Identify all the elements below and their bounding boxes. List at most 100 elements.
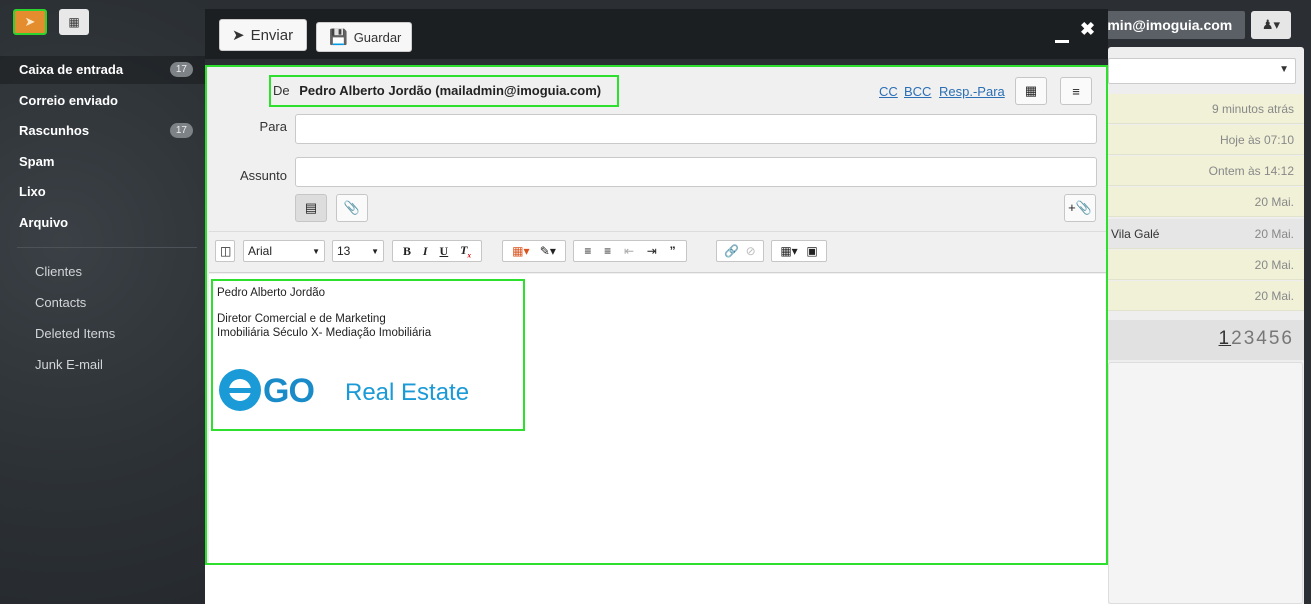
sidebar-item-spam[interactable]: Spam: [0, 148, 205, 176]
message-date: 20 Mai.: [1254, 258, 1294, 272]
user-menu-button[interactable]: ♟▾: [1251, 11, 1291, 39]
message-date: Ontem às 14:12: [1208, 164, 1294, 178]
font-size-select[interactable]: 13 ▼: [332, 240, 384, 262]
address-book-icon: ▦: [68, 15, 80, 29]
message-date: Hoje às 07:10: [1219, 133, 1294, 147]
address-book-button[interactable]: ▦: [1015, 77, 1047, 105]
sidebar-item-archive[interactable]: Arquivo: [0, 209, 205, 237]
editor-type-button[interactable]: ▤: [295, 194, 327, 222]
minimize-button[interactable]: [1055, 23, 1069, 43]
preview-pane: [1108, 362, 1303, 604]
sidebar-item-sent[interactable]: Correio enviado: [0, 87, 205, 115]
numbered-list-icon[interactable]: ≡: [584, 244, 591, 258]
underline-icon[interactable]: U: [440, 244, 449, 259]
list-filter-select[interactable]: ▼: [1108, 58, 1296, 84]
sidebar-item-trash[interactable]: Lixo: [0, 178, 205, 206]
blockquote-icon[interactable]: ”: [670, 244, 676, 258]
sidebar-divider: [17, 247, 197, 248]
link-icon[interactable]: 🔗: [724, 244, 739, 258]
document-icon: ▤: [304, 200, 318, 215]
list-group: ≡ ≡ ⇤ ⇥ ”: [573, 240, 687, 262]
message-row[interactable]: 20 Mai.: [1108, 281, 1304, 311]
sidebar-item-contacts[interactable]: Contacts: [0, 293, 205, 313]
to-label: Para: [259, 119, 287, 134]
bullet-list-icon[interactable]: ≡: [604, 244, 611, 258]
sidebar-item-label: Caixa de entrada: [19, 62, 124, 77]
paper-plane-icon: ➤: [24, 14, 36, 29]
to-input[interactable]: [295, 114, 1097, 144]
outdent-icon[interactable]: ⇤: [624, 244, 634, 258]
sidebar-item-deleted-items[interactable]: Deleted Items: [0, 324, 205, 344]
image-icon[interactable]: ▣: [806, 244, 817, 258]
page-link[interactable]: 2: [1231, 328, 1244, 349]
page-link[interactable]: 4: [1256, 328, 1269, 349]
page-link[interactable]: 5: [1269, 328, 1282, 349]
contacts-button[interactable]: ▦: [59, 9, 89, 35]
signature-title: Diretor Comercial e de Marketing: [217, 313, 386, 325]
floppy-disk-icon: 💾: [329, 29, 348, 46]
signature-name: Pedro Alberto Jordão: [217, 287, 326, 299]
source-code-button[interactable]: ◫: [215, 240, 235, 262]
sidebar-item-inbox[interactable]: Caixa de entrada 17: [0, 56, 205, 84]
close-button[interactable]: ✖: [1080, 19, 1095, 40]
bold-icon[interactable]: B: [403, 244, 411, 259]
message-row[interactable]: Hoje às 07:10: [1108, 125, 1304, 155]
folder-sidebar: ➤ ▦ Caixa de entrada 17 Correio enviado …: [0, 0, 205, 604]
message-row[interactable]: Vila Galé 20 Mai.: [1108, 219, 1304, 249]
unlink-icon[interactable]: ⊘: [746, 244, 756, 258]
user-icon: ♟▾: [1261, 17, 1281, 32]
page-link-current[interactable]: 1: [1219, 328, 1232, 349]
italic-icon[interactable]: I: [423, 244, 428, 259]
chevron-down-icon: ▼: [1279, 64, 1289, 75]
sidebar-item-label: Lixo: [19, 184, 46, 199]
link-group: 🔗 ⊘: [716, 240, 764, 262]
message-editor[interactable]: Pedro Alberto Jordão Diretor Comercial e…: [209, 274, 1106, 563]
sidebar-item-junk-email[interactable]: Junk E-mail: [0, 355, 205, 375]
compose-dialog: ➤ Enviar 💾 Guardar ✖ De Pedro Alberto Jo…: [205, 9, 1108, 604]
cc-link[interactable]: CC: [879, 84, 898, 99]
save-button[interactable]: 💾 Guardar: [316, 22, 412, 52]
message-date: 9 minutos atrás: [1211, 102, 1294, 116]
compose-button[interactable]: ➤: [13, 9, 47, 35]
bcc-link[interactable]: BCC: [904, 84, 931, 99]
insert-group: ▦▾ ▣: [771, 240, 827, 262]
add-attachment-button[interactable]: +📎: [1064, 194, 1096, 222]
from-label: De: [273, 83, 290, 98]
message-date: 20 Mai.: [1254, 195, 1294, 209]
subject-label: Assunto: [240, 168, 287, 183]
text-color-icon[interactable]: ▦▾: [512, 244, 529, 258]
more-options-button[interactable]: ≡: [1060, 77, 1092, 105]
sidebar-item-label: Arquivo: [19, 215, 69, 230]
font-size-value: 13: [337, 244, 351, 258]
menu-icon: ≡: [1072, 83, 1080, 99]
compose-form: De Pedro Alberto Jordão (mailadmin@imogu…: [205, 65, 1108, 565]
ego-real-estate-logo: GO Real Estate: [219, 369, 509, 415]
message-row[interactable]: 20 Mai.: [1108, 250, 1304, 280]
message-row[interactable]: Ontem às 14:12: [1108, 156, 1304, 186]
message-row[interactable]: 9 minutos atrás: [1108, 94, 1304, 124]
signature-spacer: [217, 300, 519, 312]
sidebar-item-clientes[interactable]: Clientes: [0, 262, 205, 282]
indent-icon[interactable]: ⇥: [647, 244, 657, 258]
paper-plane-icon: ➤: [232, 27, 245, 44]
save-label: Guardar: [353, 29, 402, 45]
pagination: 123456: [1108, 320, 1304, 360]
attach-button[interactable]: 📎: [336, 194, 368, 222]
font-family-select[interactable]: Arial ▼: [243, 240, 325, 262]
page-link[interactable]: 3: [1244, 328, 1257, 349]
sidebar-item-label: Correio enviado: [19, 93, 118, 108]
compose-header: ➤ Enviar 💾 Guardar ✖: [205, 9, 1108, 59]
clear-format-icon[interactable]: Tx: [460, 243, 471, 259]
from-field[interactable]: De Pedro Alberto Jordão (mailadmin@imogu…: [269, 75, 619, 107]
sidebar-item-drafts[interactable]: Rascunhos 17: [0, 117, 205, 145]
table-icon[interactable]: ▦▾: [780, 244, 797, 258]
email-signature: Pedro Alberto Jordão Diretor Comercial e…: [211, 279, 525, 431]
add-paperclip-icon: +📎: [1068, 200, 1092, 215]
page-link[interactable]: 6: [1281, 328, 1294, 349]
subject-input[interactable]: [295, 157, 1097, 187]
reply-to-link[interactable]: Resp.-Para: [939, 84, 1005, 99]
chevron-down-icon: ▼: [371, 246, 379, 256]
send-button[interactable]: ➤ Enviar: [219, 19, 307, 51]
message-row[interactable]: 20 Mai.: [1108, 187, 1304, 217]
highlight-icon[interactable]: ✎▾: [540, 244, 556, 258]
